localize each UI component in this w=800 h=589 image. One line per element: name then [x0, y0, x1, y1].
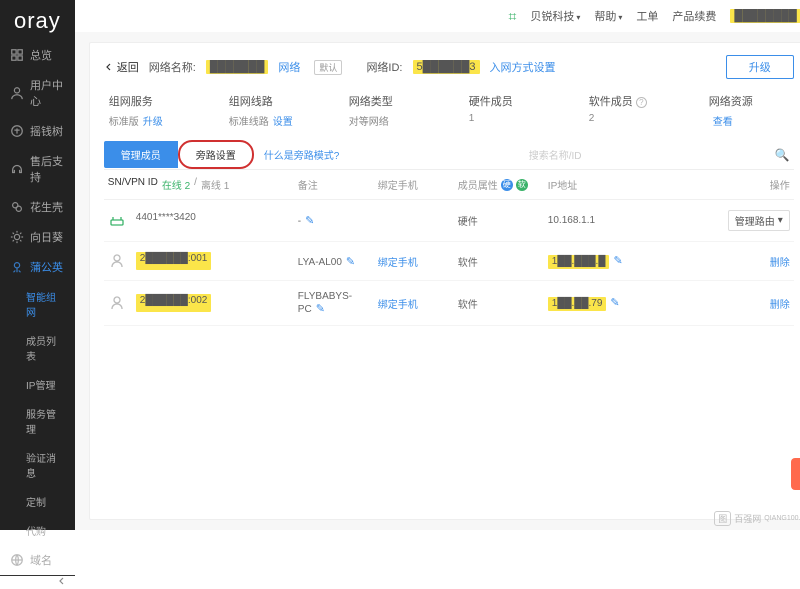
- content-panel: 返回 网络名称: ███████ 网络 默认 网络ID: 5██████3 入网…: [89, 42, 800, 520]
- sidebar-item-sunflower[interactable]: 向日葵: [0, 222, 75, 252]
- attr-hw-icon: 硬: [501, 179, 513, 191]
- qr-icon[interactable]: ⌗: [509, 8, 517, 25]
- bind-phone-link[interactable]: 绑定手机: [378, 258, 418, 269]
- header-row: 返回 网络名称: ███████ 网络 默认 网络ID: 5██████3 入网…: [104, 55, 794, 79]
- upgrade-button[interactable]: 升级: [726, 55, 794, 79]
- tab-manage-members[interactable]: 管理成员: [104, 141, 178, 168]
- edit-icon[interactable]: ✎: [610, 297, 619, 309]
- topbar-ticket[interactable]: 工单: [636, 8, 658, 24]
- topbar-renew[interactable]: 产品续费: [672, 8, 716, 24]
- topbar-company[interactable]: 贝锐科技▾: [530, 8, 580, 24]
- tab-bypass-settings[interactable]: 旁路设置: [178, 140, 254, 169]
- bind-phone-link[interactable]: 绑定手机: [378, 300, 418, 311]
- upgrade-link[interactable]: 升级: [143, 117, 163, 128]
- edit-icon[interactable]: ✎: [316, 303, 325, 315]
- sidebar-item-overview[interactable]: 总览: [0, 40, 75, 70]
- sum-hw: 硬件成员1: [469, 93, 549, 128]
- sidebar-item-hsk[interactable]: 花生壳: [0, 192, 75, 222]
- network-tag: 网络: [278, 59, 300, 75]
- network-id-label: 网络ID:: [366, 59, 402, 75]
- summary-row: 组网服务标准版升级 组网线路标准线路设置 网络类型对等网络 硬件成员1 软件成员…: [104, 93, 794, 128]
- headset-icon: [10, 162, 24, 176]
- sidebar-sub-verify[interactable]: 验证消息: [0, 443, 75, 487]
- sidebar-item-domain[interactable]: 域名: [0, 545, 75, 575]
- chevron-down-icon: ▾: [778, 215, 783, 226]
- brand-logo: oray: [0, 0, 75, 40]
- sidebar-sub-custom[interactable]: 定制: [0, 487, 75, 516]
- sidebar-item-pgy[interactable]: 蒲公英: [0, 252, 75, 282]
- sun-icon: [10, 230, 24, 244]
- dandelion-icon: [10, 260, 24, 274]
- sidebar: oray 总览 用户中心 摇钱树 售后支持 花生壳 向日葵 蒲公英 智能组网 成…: [0, 0, 75, 530]
- sidebar-item-support[interactable]: 售后支持: [0, 146, 75, 192]
- chevron-down-icon: ▾: [576, 13, 580, 22]
- support-float-button[interactable]: [791, 458, 800, 490]
- sum-resource: 网络资源查看: [709, 93, 789, 128]
- user-icon: [10, 86, 24, 100]
- sidebar-item-moneytree[interactable]: 摇钱树: [0, 116, 75, 146]
- router-icon: [108, 212, 126, 230]
- tabs: 管理成员 旁路设置 什么是旁路模式? 搜索名称/ID 🔍: [104, 140, 794, 170]
- topbar-help[interactable]: 帮助▾: [594, 8, 622, 24]
- watermark: 图百强网QIANG100.COM: [714, 511, 800, 526]
- search-placeholder: 搜索名称/ID: [529, 147, 582, 162]
- sidebar-sub-service[interactable]: 服务管理: [0, 399, 75, 443]
- client-icon: [108, 294, 126, 312]
- sum-type: 网络类型对等网络: [349, 93, 429, 128]
- topbar: ⌗ 贝锐科技▾ 帮助▾ 工单 产品续费 ████████▾: [75, 0, 800, 32]
- table-row: 2██████:002 FLYBABYS-PC✎ 绑定手机 软件 1██.██.…: [104, 281, 794, 326]
- sum-line: 组网线路标准线路设置: [229, 93, 309, 128]
- sum-service: 组网服务标准版升级: [109, 93, 189, 128]
- manage-router-button[interactable]: 管理路由▾: [728, 210, 790, 231]
- table-row: 4401****3420 -✎ 硬件 10.168.1.1 管理路由▾: [104, 200, 794, 242]
- view-link[interactable]: 查看: [713, 117, 733, 128]
- sidebar-sub-purchase[interactable]: 代购: [0, 516, 75, 545]
- main: ⌗ 贝锐科技▾ 帮助▾ 工单 产品续费 ████████▾ 返回 网络名称: █…: [75, 0, 800, 530]
- grid-icon: [10, 48, 24, 62]
- access-settings-link[interactable]: 入网方式设置: [490, 59, 556, 75]
- network-name-label: 网络名称:: [149, 59, 196, 75]
- globe-icon: [10, 553, 24, 567]
- info-icon[interactable]: ?: [636, 97, 647, 108]
- network-name-value: ███████: [206, 60, 269, 74]
- sidebar-collapse[interactable]: [0, 575, 75, 589]
- delete-link[interactable]: 删除: [770, 300, 790, 311]
- default-tag: 默认: [314, 60, 342, 75]
- chevron-down-icon: ▾: [618, 13, 622, 22]
- network-id-value: 5██████3: [413, 60, 480, 74]
- sidebar-sub-network[interactable]: 智能组网: [0, 282, 75, 326]
- delete-link[interactable]: 删除: [770, 258, 790, 269]
- money-icon: [10, 124, 24, 138]
- settings-link[interactable]: 设置: [273, 117, 293, 128]
- client-icon: [108, 252, 126, 270]
- table-head: SN/VPN ID在线 2/离线 1 备注 绑定手机 成员属性硬软 IP地址 操…: [104, 170, 794, 200]
- sidebar-sub-ip[interactable]: IP管理: [0, 370, 75, 399]
- chevron-left-icon: [57, 576, 67, 589]
- bypass-help-link[interactable]: 什么是旁路模式?: [264, 147, 340, 162]
- sum-sw: 软件成员?2: [589, 93, 669, 128]
- sidebar-item-user[interactable]: 用户中心: [0, 70, 75, 116]
- back-button[interactable]: 返回: [104, 59, 139, 75]
- table-row: 2██████:001 LYA-AL00✎ 绑定手机 软件 1██.███.█✎…: [104, 242, 794, 281]
- edit-icon[interactable]: ✎: [305, 215, 314, 227]
- attr-sw-icon: 软: [516, 179, 528, 191]
- search-icon[interactable]: 🔍: [775, 148, 790, 162]
- sidebar-sub-members[interactable]: 成员列表: [0, 326, 75, 370]
- topbar-user[interactable]: ████████▾: [730, 9, 800, 23]
- edit-icon[interactable]: ✎: [346, 256, 355, 268]
- edit-icon[interactable]: ✎: [613, 255, 622, 267]
- peanut-icon: [10, 200, 24, 214]
